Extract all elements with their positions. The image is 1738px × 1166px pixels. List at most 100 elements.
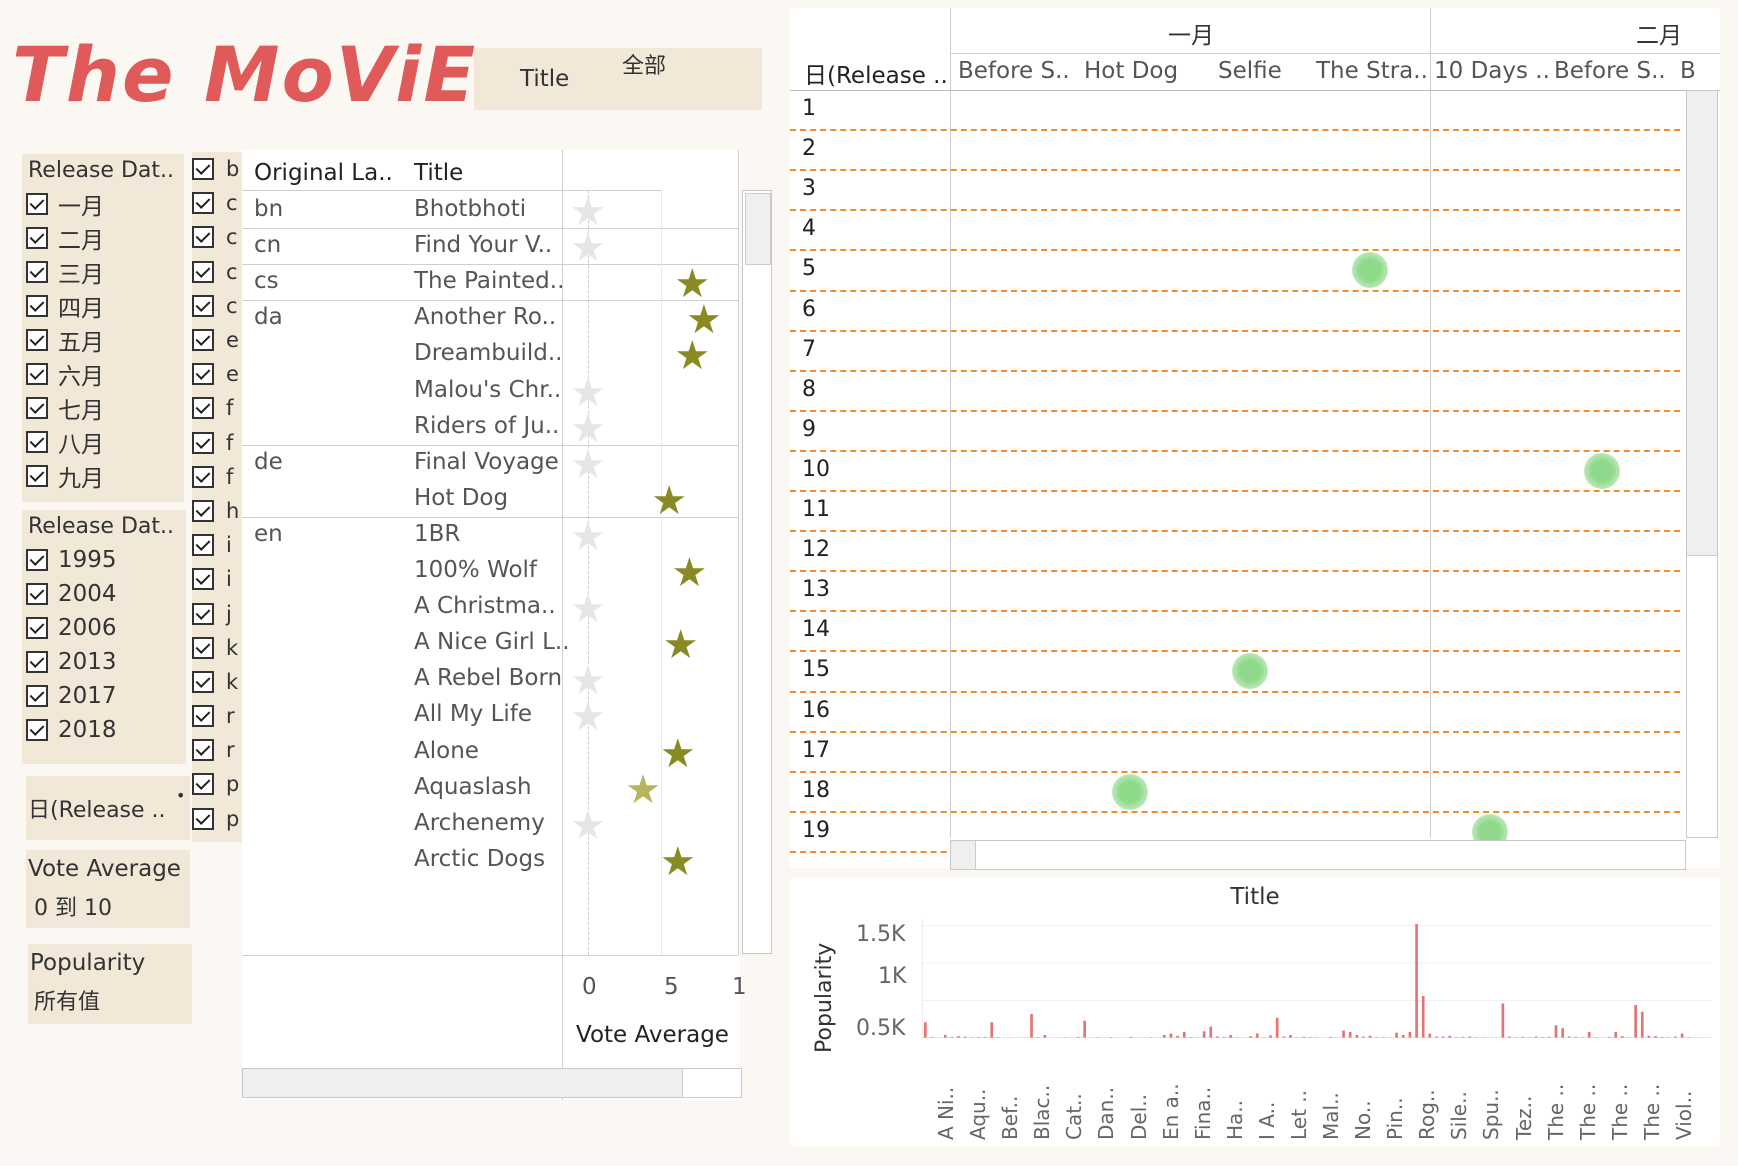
table-vertical-scroll-thumb[interactable] [745,193,771,265]
calendar-column-header[interactable]: Selfie [1218,58,1282,84]
calendar-column-header[interactable]: B [1680,58,1696,84]
title-cell[interactable]: A Christma.. [414,593,556,619]
checkbox-checked-icon[interactable] [192,739,214,762]
title-filter[interactable]: Title 全部 [474,48,762,110]
year-option[interactable]: 2018 [22,713,186,747]
title-cell[interactable]: All My Life [414,701,532,727]
checkbox-checked-icon[interactable] [26,685,48,707]
title-cell[interactable]: Archenemy [414,810,545,836]
popularity-filter[interactable]: Popularity 所有值 [28,944,192,1024]
title-cell[interactable]: 100% Wolf [414,557,537,583]
checkbox-checked-icon[interactable] [192,260,214,283]
checkbox-checked-icon[interactable] [26,549,48,571]
language-option[interactable]: k [192,665,242,699]
checkbox-checked-icon[interactable] [192,705,214,728]
language-option[interactable]: c [192,289,242,323]
month-option[interactable]: 五月 [22,323,184,357]
year-option[interactable]: 2017 [22,679,186,713]
title-cell[interactable]: 1BR [414,521,460,547]
language-option[interactable]: c [192,220,242,254]
checkbox-checked-icon[interactable] [26,261,48,283]
checkbox-checked-icon[interactable] [192,534,214,557]
popularity-bar[interactable] [1209,1026,1213,1038]
language-option[interactable]: p [192,802,242,836]
checkbox-checked-icon[interactable] [26,363,48,385]
checkbox-checked-icon[interactable] [192,431,214,454]
language-option[interactable]: f [192,426,242,460]
language-option[interactable]: r [192,733,242,767]
checkbox-checked-icon[interactable] [192,568,214,591]
month-option[interactable]: 四月 [22,289,184,323]
checkbox-checked-icon[interactable] [192,670,214,693]
checkbox-checked-icon[interactable] [26,617,48,639]
language-option[interactable]: i [192,562,242,596]
title-cell[interactable]: Find Your V.. [414,232,552,258]
popularity-bar[interactable] [1275,1017,1279,1038]
calendar-corner-label[interactable]: 日(Release .. [804,56,948,90]
language-option[interactable]: h [192,494,242,528]
month-option[interactable]: 九月 [22,459,184,493]
table-vertical-scrollbar[interactable] [742,190,772,954]
checkbox-checked-icon[interactable] [192,192,214,215]
title-cell[interactable]: The Painted.. [414,268,564,294]
checkbox-checked-icon[interactable] [192,294,214,317]
release-dot[interactable] [1584,452,1620,489]
month-option[interactable]: 七月 [22,391,184,425]
table-horizontal-scroll-thumb[interactable] [682,1069,741,1097]
checkbox-checked-icon[interactable] [192,397,214,420]
popularity-bar[interactable] [1182,1032,1186,1038]
popularity-bar[interactable] [1680,1033,1684,1039]
column-header-title[interactable]: Title [414,160,463,186]
release-dot[interactable] [1352,252,1388,289]
popularity-bar[interactable] [1169,1033,1173,1039]
calendar-column-header[interactable]: The Stra.. [1316,58,1428,84]
checkbox-checked-icon[interactable] [26,583,48,605]
calendar-column-header[interactable]: Before S.. [1554,58,1666,84]
title-cell[interactable]: Bhotbhoti [414,196,526,222]
language-option[interactable]: e [192,323,242,357]
month-option[interactable]: 一月 [22,187,184,221]
calendar-vertical-scroll-thumb[interactable] [1687,91,1717,556]
month-option[interactable]: 六月 [22,357,184,391]
language-option[interactable]: f [192,460,242,494]
popularity-bar[interactable] [1561,1028,1564,1038]
checkbox-checked-icon[interactable] [26,397,48,419]
popularity-bar[interactable] [1255,1033,1259,1039]
year-option[interactable]: 1995 [22,543,186,577]
popularity-bar[interactable] [1614,1032,1618,1038]
year-option[interactable]: 2004 [22,577,186,611]
checkbox-checked-icon[interactable] [192,226,214,249]
title-cell[interactable]: Another Ro.. [414,304,556,330]
checkbox-checked-icon[interactable] [26,651,48,673]
popularity-bar[interactable] [1587,1032,1591,1038]
language-option[interactable]: k [192,631,242,665]
popularity-bar[interactable] [923,1022,927,1038]
checkbox-checked-icon[interactable] [26,431,48,453]
column-header-original-language[interactable]: Original La.. [254,160,393,186]
popularity-bar[interactable] [1342,1030,1345,1039]
popularity-bar[interactable] [1634,1005,1637,1038]
calendar-vertical-scrollbar[interactable] [1686,90,1718,838]
calendar-column-header[interactable]: Before S.. [958,58,1070,84]
year-option[interactable]: 2006 [22,611,186,645]
title-cell[interactable]: Malou's Chr.. [414,377,561,403]
checkbox-checked-icon[interactable] [192,158,214,181]
popularity-bar[interactable] [1415,924,1418,1038]
title-filter-value[interactable]: 全部 [622,48,666,80]
language-option[interactable]: j [192,596,242,630]
checkbox-checked-icon[interactable] [192,773,214,796]
checkbox-checked-icon[interactable] [192,499,214,522]
month-option[interactable]: 三月 [22,255,184,289]
title-cell[interactable]: Final Voyage [414,449,559,475]
checkbox-checked-icon[interactable] [26,719,48,741]
popularity-bar[interactable] [1348,1032,1352,1038]
checkbox-checked-icon[interactable] [192,465,214,488]
language-option[interactable]: i [192,528,242,562]
month-option[interactable]: 八月 [22,425,184,459]
language-option[interactable]: b [192,152,242,186]
calendar-column-header[interactable]: Hot Dog [1084,58,1178,84]
checkbox-checked-icon[interactable] [192,807,214,830]
checkbox-checked-icon[interactable] [26,295,48,317]
popularity-bar[interactable] [1428,1033,1432,1039]
release-dot[interactable] [1112,773,1148,810]
